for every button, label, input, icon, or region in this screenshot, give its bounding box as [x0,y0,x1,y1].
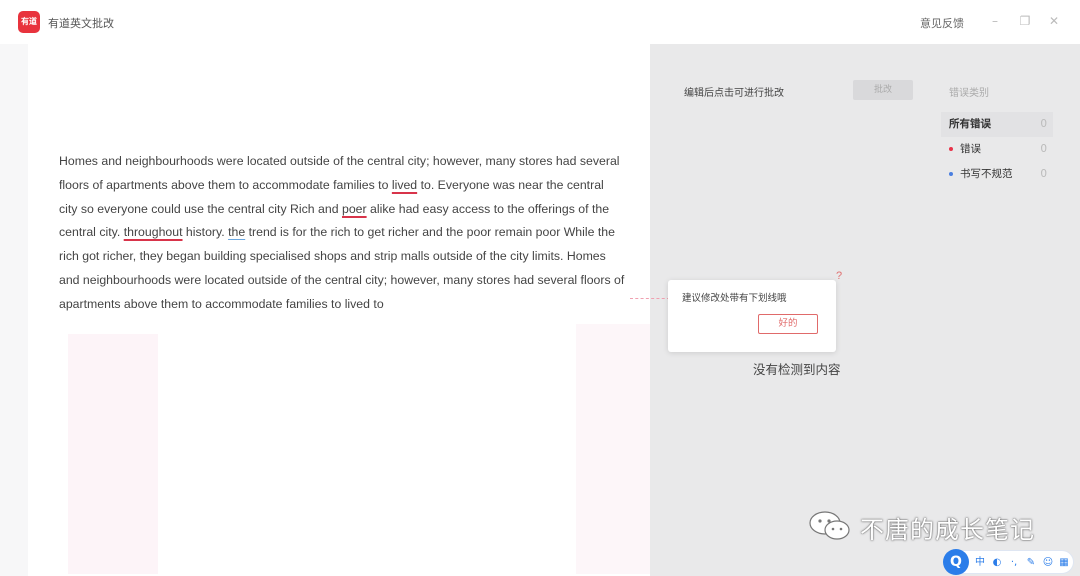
feedback-link[interactable]: 意见反馈 [920,15,964,31]
restore-icon[interactable]: ❐ [1018,13,1032,29]
error-highlight[interactable]: lived [392,178,417,192]
background-shade [576,324,650,574]
grid-icon[interactable]: ▦ [1057,555,1071,571]
filter-label: 书写不规范 [960,168,1013,180]
background-shade [68,334,158,574]
close-icon[interactable]: ✕ [1047,13,1061,29]
error-highlight[interactable]: poer [342,202,367,216]
red-dot-icon [949,147,953,151]
emoji-icon[interactable]: ☺ [1041,555,1055,571]
hint-tooltip: 建议修改处带有下划线哦 好的 [668,280,836,352]
question-mark-icon: ? [836,270,843,282]
watermark: 不唐的成长笔记 [808,508,1058,544]
blue-dot-icon [949,172,953,176]
filter-count: 0 [1040,143,1047,155]
wechat-icon [809,511,850,540]
filter-count: 0 [1040,118,1047,130]
ime-toolbar[interactable]: Q 中 ◐ ·, ✎ ☺ ▦ [943,549,1074,575]
watermark-text: 不唐的成长笔记 [860,516,1035,544]
punctuation-icon[interactable]: ·, [1007,555,1021,571]
essay-text[interactable]: Homes and neighbourhoods were located ou… [59,150,625,317]
app-logo: 有道 [18,11,40,33]
ime-logo-icon[interactable]: Q [943,549,969,575]
tooltip-connector [630,298,670,299]
filter-all-errors[interactable]: 所有错误 0 [941,112,1053,137]
essay-segment: history. [182,225,229,240]
title-bar: 有道 有道英文批改 意见反馈 – ❐ ✕ [0,0,1080,44]
essay-editor[interactable]: Homes and neighbourhoods were located ou… [28,44,650,576]
ime-chinese-mode[interactable]: 中 [973,555,987,571]
correct-button[interactable]: 批改 [853,80,913,100]
filter-errors[interactable]: 错误 0 [941,137,1053,162]
minimize-icon[interactable]: – [988,13,1002,29]
filter-label: 错误 [960,143,981,155]
tooltip-ok-button[interactable]: 好的 [758,314,818,334]
moon-icon[interactable]: ◐ [990,555,1004,571]
filter-label: 所有错误 [949,118,991,130]
left-gutter [0,44,28,576]
filter-nonstandard-writing[interactable]: 书写不规范 0 [941,162,1053,187]
filter-count: 0 [1040,168,1047,180]
app-title: 有道英文批改 [48,17,114,30]
error-highlight[interactable]: throughout [124,225,183,239]
wrench-icon[interactable]: ✎ [1024,555,1038,571]
error-filter-list: 所有错误 0 错误 0 书写不规范 0 [941,112,1053,187]
filter-title: 错误类别 [949,88,989,99]
empty-state-text: 没有检测到内容 [753,362,841,377]
style-highlight[interactable]: the [228,225,245,239]
panel-hint: 编辑后点击可进行批改 [684,88,784,99]
tooltip-text: 建议修改处带有下划线哦 [682,293,787,304]
